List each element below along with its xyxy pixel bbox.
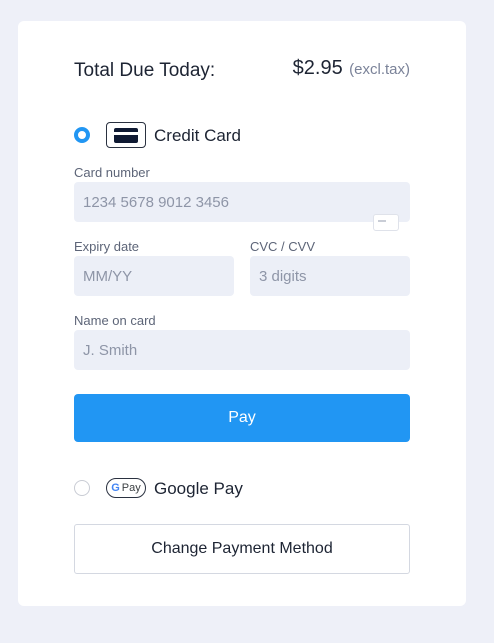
google-g-icon: G <box>111 482 120 494</box>
credit-card-option[interactable]: Credit Card <box>74 122 410 148</box>
card-number-input[interactable] <box>74 182 410 222</box>
expiry-date-input[interactable] <box>74 256 234 296</box>
total-due-amount: $2.95 (excl.tax) <box>293 57 410 80</box>
cvc-label: CVC / CVV <box>250 239 316 254</box>
google-pay-radio[interactable] <box>74 480 90 496</box>
cvc-input[interactable] <box>250 256 410 296</box>
name-on-card-label: Name on card <box>74 313 156 328</box>
google-pay-label: Google Pay <box>154 479 243 498</box>
card-number-label: Card number <box>74 165 150 180</box>
total-price: $2.95 <box>292 57 343 79</box>
credit-card-icon-graphic <box>114 127 138 143</box>
tax-note: (excl.tax) <box>349 61 410 78</box>
total-due-label: Total Due Today: <box>74 60 216 81</box>
credit-card-label: Credit Card <box>154 126 241 145</box>
google-pay-icon: G Pay <box>106 478 146 498</box>
payment-card: Total Due Today: $2.95 (excl.tax) Credit… <box>18 21 466 606</box>
total-due-row: Total Due Today: $2.95 (excl.tax) <box>74 57 410 85</box>
google-pay-icon-text: Pay <box>121 482 141 494</box>
google-pay-option[interactable]: G Pay Google Pay <box>74 475 410 501</box>
credit-card-radio[interactable] <box>74 127 90 143</box>
change-payment-method-button[interactable]: Change Payment Method <box>74 524 410 574</box>
expiry-date-label: Expiry date <box>74 239 140 254</box>
name-on-card-input[interactable] <box>74 330 410 370</box>
credit-card-icon <box>106 122 146 148</box>
pay-button[interactable]: Pay <box>74 394 410 442</box>
card-brand-icon <box>373 214 399 231</box>
